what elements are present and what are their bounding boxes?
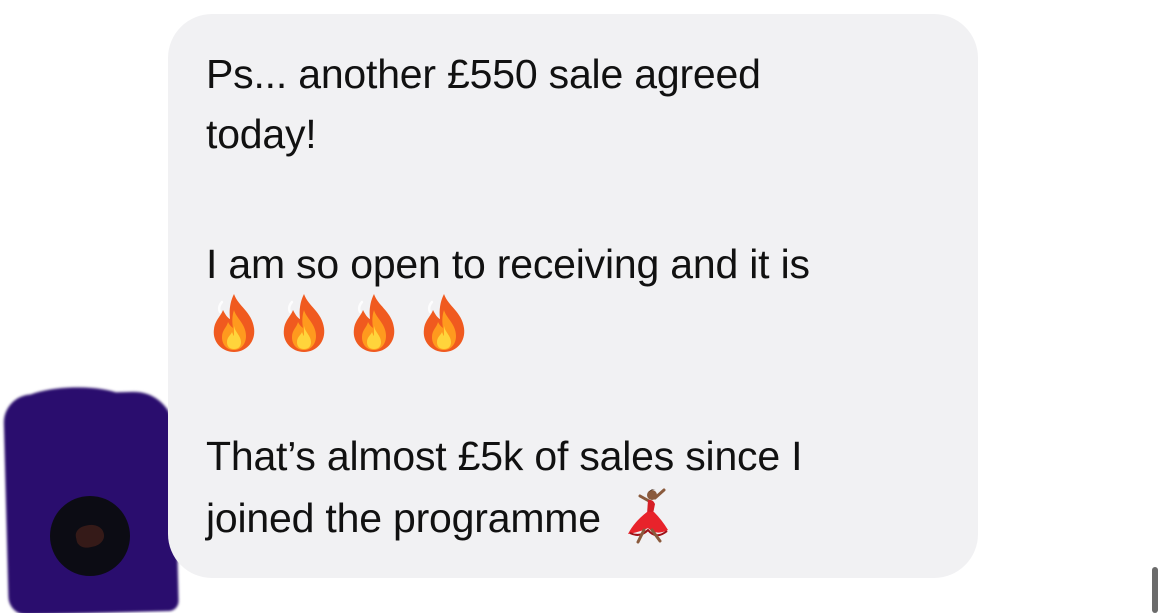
message-paragraph-2: I am so open to receiving and it is [206,234,810,294]
scrollbar-thumb[interactable] [1152,567,1158,613]
message-paragraph-3: That’s almost £5k of sales since I joine… [206,426,803,548]
message-line-with-emoji: joined the programme [206,486,802,548]
fire-emoji-row [208,292,470,354]
message-line: Ps... another £550 sale agreed [206,51,761,97]
message-line: That’s almost £5k of sales since I [206,433,803,479]
dancer-icon [628,488,669,544]
message-paragraph-1: Ps... another £550 sale agreed today! [206,44,761,164]
fire-icon [423,294,465,352]
sender-avatar[interactable] [50,496,130,576]
fire-icon [353,294,395,352]
avatar-image [74,522,106,550]
message-line: today! [206,111,317,157]
message-line: I am so open to receiving and it is [206,241,810,287]
fire-icon [283,294,325,352]
chat-view: Ps... another £550 sale agreed today! I … [0,0,1170,613]
message-line: joined the programme [206,495,601,541]
fire-icon [213,294,255,352]
message-bubble[interactable]: Ps... another £550 sale agreed today! I … [168,14,978,578]
